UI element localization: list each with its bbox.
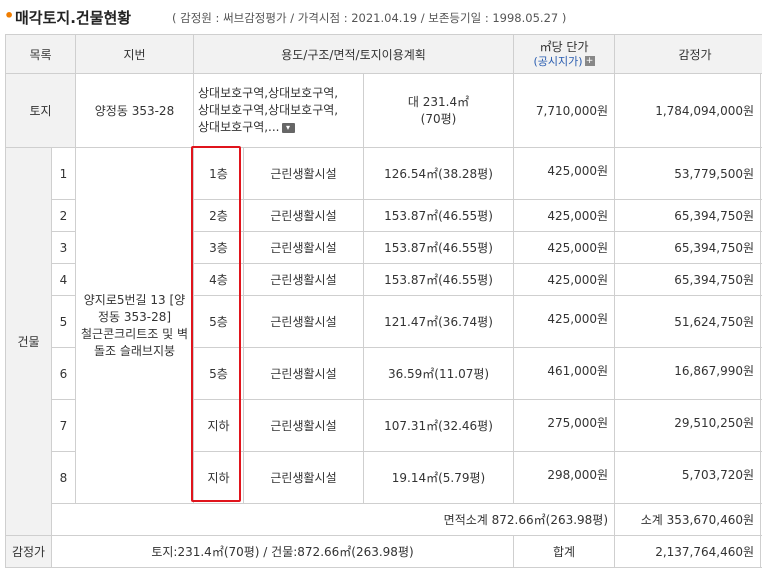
plus-icon[interactable]: + — [584, 56, 595, 66]
row-unit-price: 425,000원 — [513, 295, 616, 348]
section-header: • 매각토지.건물현황 ( 감정원 : 써브감정평가 / 가격시점 : 2021… — [0, 0, 762, 34]
row-area: 19.14㎡(5.79평) — [362, 451, 515, 504]
row-price: 16,867,990원 — [614, 347, 762, 400]
summary-row: 감정가 토지:231.4㎡(70평) / 건물:872.66㎡(263.98평)… — [5, 535, 762, 568]
floor-highlight-box — [191, 146, 241, 502]
public-price-link[interactable]: (공시지가) — [533, 55, 582, 68]
land-appraisal: 1,784,094,000원 — [614, 73, 762, 148]
land-row: 토지 양정동 353-28 상대보호구역,상대보호구역, 상대보호구역,상대보호… — [5, 73, 762, 148]
section-title: 매각토지.건물현황 — [15, 9, 132, 27]
row-unit-price: 425,000원 — [513, 199, 616, 232]
row-area: 153.87㎡(46.55평) — [362, 263, 515, 296]
row-no: 5 — [51, 295, 76, 348]
row-use: 근린생활시설 — [243, 399, 364, 452]
price-subtotal: 소계 353,670,460원 — [614, 503, 762, 536]
area-subtotal: 면적소계 872.66㎡(263.98평) — [193, 503, 616, 536]
total-label: 합계 — [513, 535, 616, 568]
row-unit-price: 298,000원 — [513, 451, 616, 504]
row-price: 51,624,750원 — [614, 295, 762, 348]
unit-price-label: ㎡당 단가 — [539, 39, 589, 54]
row-use: 근린생활시설 — [243, 347, 364, 400]
row-unit-price: 425,000원 — [513, 263, 616, 296]
row-use: 근린생활시설 — [243, 199, 364, 232]
table-header-row: 목록 지번 용도/구조/면적/토지이용계획 ㎡당 단가 (공시지가) + 감정가 — [5, 34, 762, 74]
col-lot: 지번 — [75, 34, 194, 74]
row-no: 7 — [51, 399, 76, 452]
building-address: 양지로5번길 13 [양정동 353-28] 철근콘크리트조 및 벽돌조 슬래브… — [75, 147, 194, 504]
land-label: 토지 — [5, 73, 76, 148]
row-price: 29,510,250원 — [614, 399, 762, 452]
row-area: 107.31㎡(32.46평) — [362, 399, 515, 452]
row-price: 5,703,720원 — [614, 451, 762, 504]
building-address-text: 양지로5번길 13 [양정동 353-28] 철근콘크리트조 및 벽돌조 슬래브… — [81, 292, 188, 358]
land-building-table: 목록 지번 용도/구조/면적/토지이용계획 ㎡당 단가 (공시지가) + 감정가 … — [5, 34, 762, 568]
row-unit-price: 425,000원 — [513, 231, 616, 264]
bullet-icon: • — [4, 6, 15, 25]
row-area: 126.54㎡(38.28평) — [362, 147, 515, 200]
row-area: 153.87㎡(46.55평) — [362, 231, 515, 264]
row-use: 근린생활시설 — [243, 295, 364, 348]
land-lot: 양정동 353-28 — [75, 73, 194, 148]
row-no: 1 — [51, 147, 76, 200]
building-subtotal-row: 면적소계 872.66㎡(263.98평) 소계 353,670,460원 — [6, 503, 762, 536]
row-price: 65,394,750원 — [614, 199, 762, 232]
summary-detail: 토지:231.4㎡(70평) / 건물:872.66㎡(263.98평) — [50, 535, 515, 568]
col-unit-price: ㎡당 단가 (공시지가) + — [513, 34, 616, 74]
appraisal-info: ( 감정원 : 써브감정평가 / 가격시점 : 2021.04.19 / 보존등… — [172, 11, 567, 25]
table-row: 건물 1 양지로5번길 13 [양정동 353-28] 철근콘크리트조 및 벽돌… — [5, 147, 762, 536]
row-unit-price: 461,000원 — [513, 347, 616, 400]
expand-icon[interactable]: ▾ — [281, 122, 295, 133]
land-zoning: 상대보호구역,상대보호구역, 상대보호구역,상대보호구역, 상대보호구역,...… — [193, 73, 364, 148]
row-unit-price: 275,000원 — [513, 399, 616, 452]
land-area-pyeong: (70평) — [420, 111, 457, 126]
row-price: 65,394,750원 — [614, 231, 762, 264]
col-appraisal: 감정가 — [614, 34, 762, 74]
row-no: 6 — [51, 347, 76, 400]
row-area: 36.59㎡(11.07평) — [362, 347, 515, 400]
col-item: 목록 — [5, 34, 76, 74]
land-unit-price: 7,710,000원 — [513, 73, 616, 148]
row-no: 8 — [51, 451, 76, 504]
row-price: 65,394,750원 — [614, 263, 762, 296]
row-use: 근린생활시설 — [243, 147, 364, 200]
total-value: 2,137,764,460원 — [614, 535, 762, 568]
row-no: 2 — [51, 199, 76, 232]
row-no: 3 — [51, 231, 76, 264]
row-price: 53,779,500원 — [614, 147, 762, 200]
building-label: 건물 — [5, 147, 52, 536]
row-area: 153.87㎡(46.55평) — [362, 199, 515, 232]
land-zoning-text: 상대보호구역,상대보호구역, 상대보호구역,상대보호구역, 상대보호구역,... — [198, 86, 339, 134]
row-use: 근린생활시설 — [243, 451, 364, 504]
row-unit-price: 425,000원 — [513, 147, 616, 200]
land-area-main: 대 231.4㎡ — [407, 94, 470, 109]
row-area: 121.47㎡(36.74평) — [362, 295, 515, 348]
land-area: 대 231.4㎡ (70평) — [362, 73, 515, 148]
row-no: 4 — [51, 263, 76, 296]
col-usage: 용도/구조/면적/토지이용계획 — [192, 34, 515, 74]
row-use: 근린생활시설 — [243, 231, 364, 264]
summary-label: 감정가 — [5, 535, 52, 568]
row-use: 근린생활시설 — [243, 263, 364, 296]
